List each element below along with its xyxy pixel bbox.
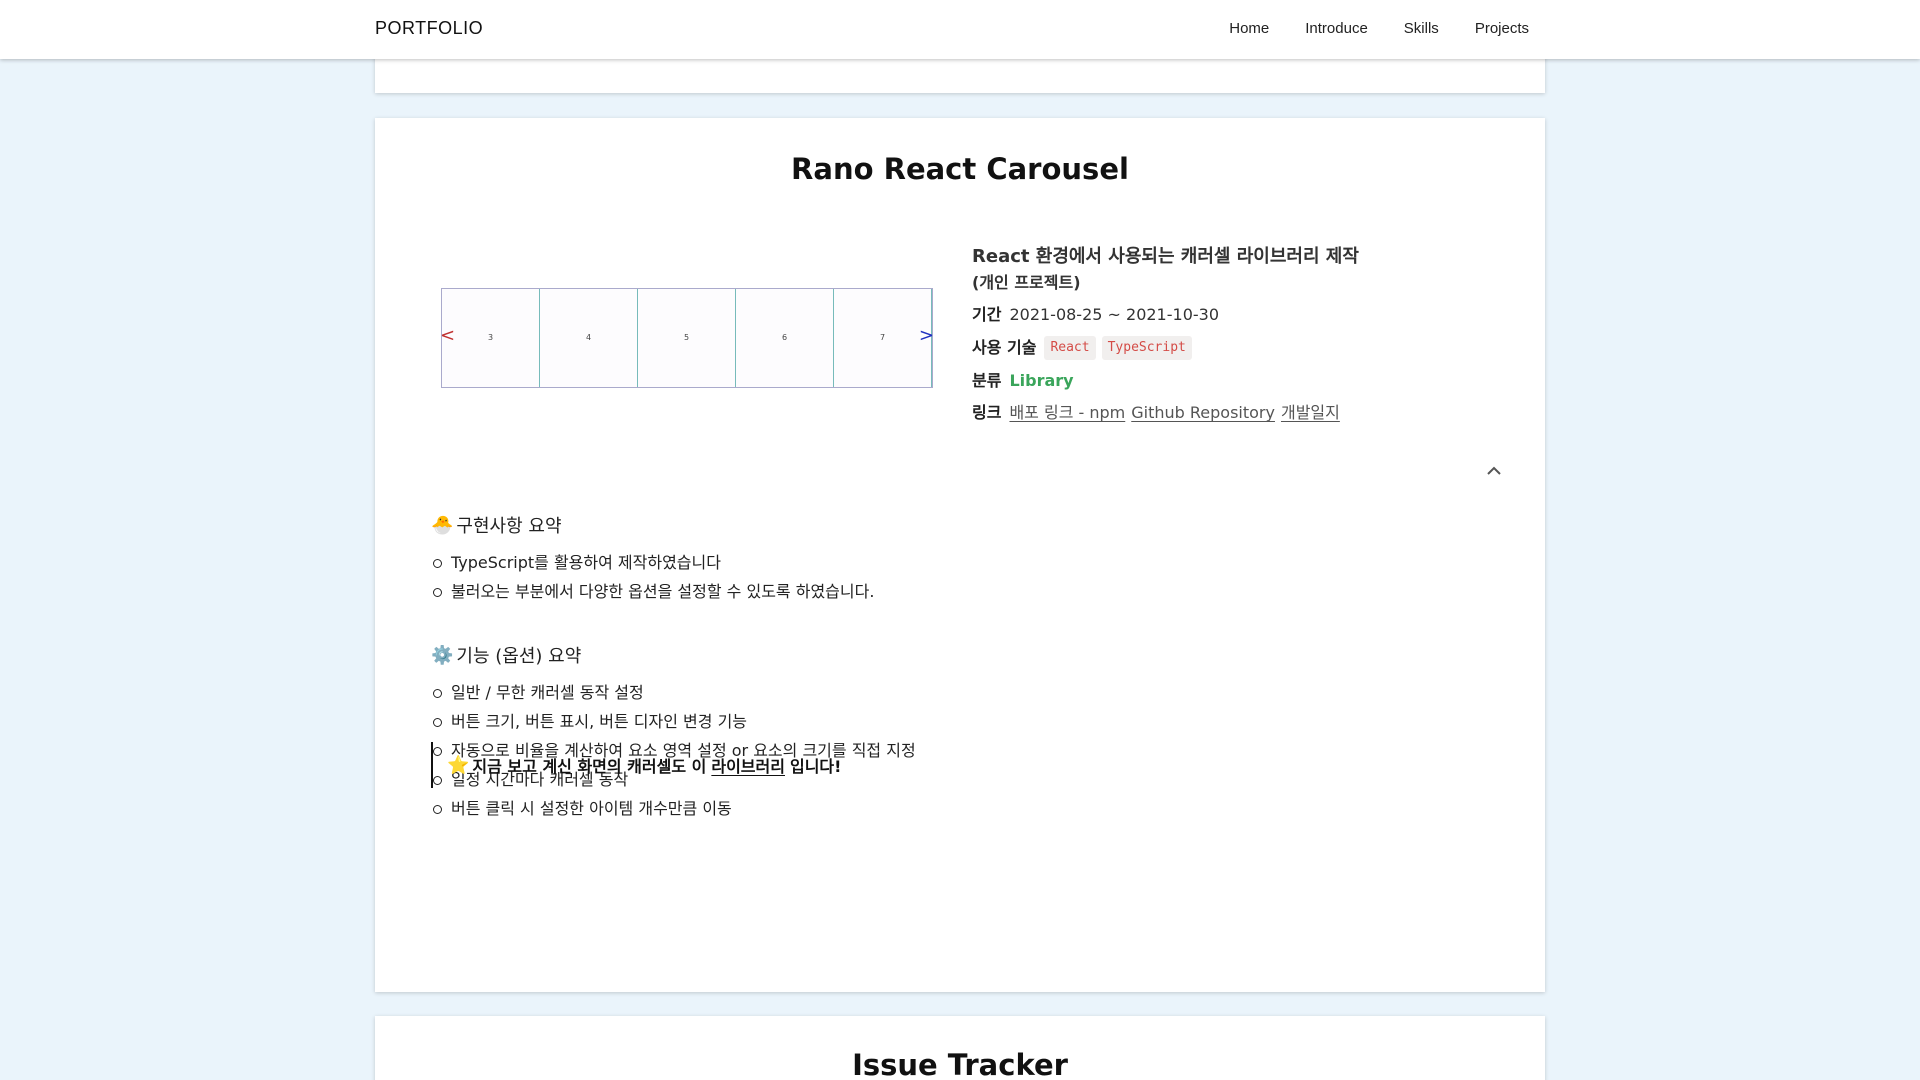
period-label: 기간 (972, 305, 1002, 324)
carousel-slide: 3 (442, 289, 540, 387)
npm-link[interactable]: 배포 링크 - npm (1009, 402, 1125, 424)
carousel-slide: 5 (638, 289, 736, 387)
summary-section-title: 🐣 구현사항 요약 (431, 512, 562, 538)
brand-logo[interactable]: PORTFOLIO (375, 18, 483, 39)
features-title-text: 기능 (옵션) 요약 (456, 646, 582, 667)
project-subheading: (개인 프로젝트) (972, 273, 1081, 292)
summary-list: TypeScript를 활용하여 제작하였습니다 불러오는 부분에서 다양한 옵… (431, 548, 874, 606)
links-row: 링크 배포 링크 - npm Github Repository 개발일지 (972, 402, 1492, 424)
next-project-card: Issue Tracker (375, 1016, 1545, 1080)
carousel-prev-arrow-icon[interactable]: < (440, 325, 455, 346)
next-project-title: Issue Tracker (852, 1048, 1068, 1080)
category-row: 분류 Library (972, 370, 1492, 392)
project-heading: React 환경에서 사용되는 캐러셀 라이브러리 제작 (972, 246, 1359, 267)
links-label: 링크 (972, 403, 1002, 422)
carousel-preview: 3 4 5 6 7 < > (440, 288, 934, 388)
slide-number: 5 (683, 333, 690, 342)
slide-number: 3 (487, 333, 494, 342)
carousel-slide: 6 (736, 289, 834, 387)
tech-row: 사용 기술 React TypeScript (972, 336, 1492, 360)
github-link[interactable]: Github Repository (1131, 402, 1275, 424)
callout-text-after: 입니다! (789, 757, 842, 776)
category-label: 분류 (972, 371, 1002, 390)
gear-icon: ⚙️ (431, 644, 454, 666)
chevron-up-icon[interactable] (1483, 460, 1505, 482)
slide-number: 7 (879, 333, 886, 342)
category-value: Library (1009, 371, 1074, 390)
list-item: 일반 / 무한 캐러셀 동작 설정 (431, 678, 916, 707)
callout-quote: ⭐ 지금 보고 계신 화면의 캐러셀도 이 라이브러리 입니다! (431, 742, 841, 788)
devlog-link[interactable]: 개발일지 (1281, 402, 1340, 424)
tech-tag: React (1044, 336, 1096, 360)
library-link[interactable]: 라이브러리 (711, 753, 785, 777)
list-item: 버튼 클릭 시 설정한 아이템 개수만큼 이동 (431, 794, 916, 823)
features-section-title: ⚙️ 기능 (옵션) 요약 (431, 642, 581, 668)
star-icon: ⭐ (447, 754, 470, 776)
tech-tag: TypeScript (1101, 336, 1192, 360)
summary-title-text: 구현사항 요약 (456, 516, 562, 537)
nav-link-projects[interactable]: Projects (1475, 20, 1529, 37)
carousel-slide: 4 (540, 289, 638, 387)
nav-link-home[interactable]: Home (1229, 20, 1269, 37)
nav-link-skills[interactable]: Skills (1404, 20, 1439, 37)
nav-links: Home Introduce Skills Projects (1229, 20, 1529, 37)
callout-text-before: 지금 보고 계신 화면의 캐러셀도 이 (472, 757, 707, 776)
list-item: 불러오는 부분에서 다양한 옵션을 설정할 수 있도록 하였습니다. (431, 577, 874, 606)
slide-number: 4 (585, 333, 592, 342)
tech-label: 사용 기술 (972, 338, 1037, 357)
period-row: 기간 2021-08-25 ~ 2021-10-30 (972, 304, 1492, 326)
project-card: Rano React Carousel 3 4 5 6 7 < > React … (375, 118, 1545, 992)
carousel-next-arrow-icon[interactable]: > (919, 325, 934, 346)
hatching-chick-icon: 🐣 (431, 514, 454, 536)
project-info: React 환경에서 사용되는 캐러셀 라이브러리 제작 (개인 프로젝트) 기… (972, 244, 1492, 434)
project-title: Rano React Carousel (791, 152, 1129, 186)
carousel-slide: 7 (834, 289, 932, 387)
period-value: 2021-08-25 ~ 2021-10-30 (1009, 305, 1219, 324)
nav-link-introduce[interactable]: Introduce (1305, 20, 1368, 37)
list-item: 버튼 크기, 버튼 표시, 버튼 디자인 변경 기능 (431, 707, 916, 736)
list-item: TypeScript를 활용하여 제작하였습니다 (431, 548, 874, 577)
top-navbar: PORTFOLIO Home Introduce Skills Projects (0, 0, 1920, 59)
slide-number: 6 (781, 333, 788, 342)
